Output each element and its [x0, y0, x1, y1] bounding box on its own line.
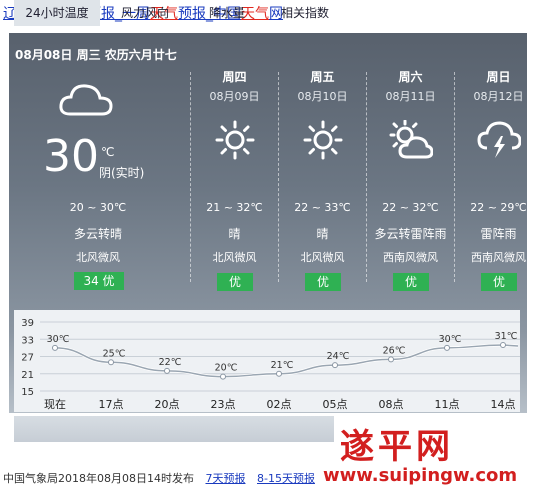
link-7day-forecast[interactable]: 7天预报: [206, 472, 246, 485]
temperature-value-label: 20℃: [215, 363, 238, 374]
temperature-point: [444, 344, 450, 351]
chart-background: [14, 310, 520, 412]
x-tick-label: 20点: [155, 398, 180, 411]
x-tick-label: 02点: [267, 398, 292, 411]
tab-24h-temperature[interactable]: 24小时温度: [14, 0, 100, 26]
temperature-point: [108, 359, 114, 366]
y-tick-label: 33: [21, 335, 34, 346]
temperature-point: [500, 342, 506, 348]
temperature-value-label: 22℃: [159, 357, 182, 368]
temperature-value-label: 30℃: [47, 334, 70, 345]
footer: 中国气象局2018年08月08日14时发布 7天预报 8-15天预报: [3, 470, 315, 486]
temperature-point: [388, 356, 394, 363]
temperature-value-label: 31℃: [495, 331, 518, 342]
temperature-value-label: 26℃: [383, 345, 406, 356]
temperature-point: [52, 344, 58, 351]
x-tick-label: 05点: [323, 398, 348, 411]
temperature-value-label: 30℃: [439, 334, 462, 345]
link-15day-forecast[interactable]: 8-15天预报: [257, 472, 315, 485]
x-tick-label: 11点: [435, 398, 460, 411]
tab-bar: [14, 416, 334, 442]
tab-wind[interactable]: 风力风向: [100, 0, 190, 26]
x-tick-label: 现在: [44, 398, 66, 411]
publish-info: 中国气象局2018年08月08日14时发布: [3, 472, 194, 485]
watermark-url: www.suipingw.com: [323, 465, 518, 486]
watermark-logo-text: 遂平网: [340, 427, 454, 467]
temperature-point: [332, 362, 338, 369]
tab-indices[interactable]: 相关指数: [264, 0, 346, 26]
temperature-point: [164, 367, 170, 374]
x-tick-label: 08点: [379, 398, 404, 411]
x-tick-label: 23点: [211, 398, 236, 411]
temperature-point: [220, 373, 226, 380]
x-tick-label: 14点: [491, 398, 516, 411]
tab-precipitation[interactable]: 降水量: [190, 0, 264, 26]
y-tick-label: 15: [21, 387, 34, 398]
y-tick-label: 39: [21, 318, 34, 329]
temperature-value-label: 24℃: [327, 351, 350, 362]
temperature-point: [276, 370, 282, 377]
y-tick-label: 21: [21, 370, 34, 381]
y-tick-label: 27: [21, 353, 34, 364]
temperature-value-label: 25℃: [103, 348, 126, 359]
x-tick-label: 17点: [99, 398, 124, 411]
temperature-value-label: 21℃: [271, 360, 294, 371]
